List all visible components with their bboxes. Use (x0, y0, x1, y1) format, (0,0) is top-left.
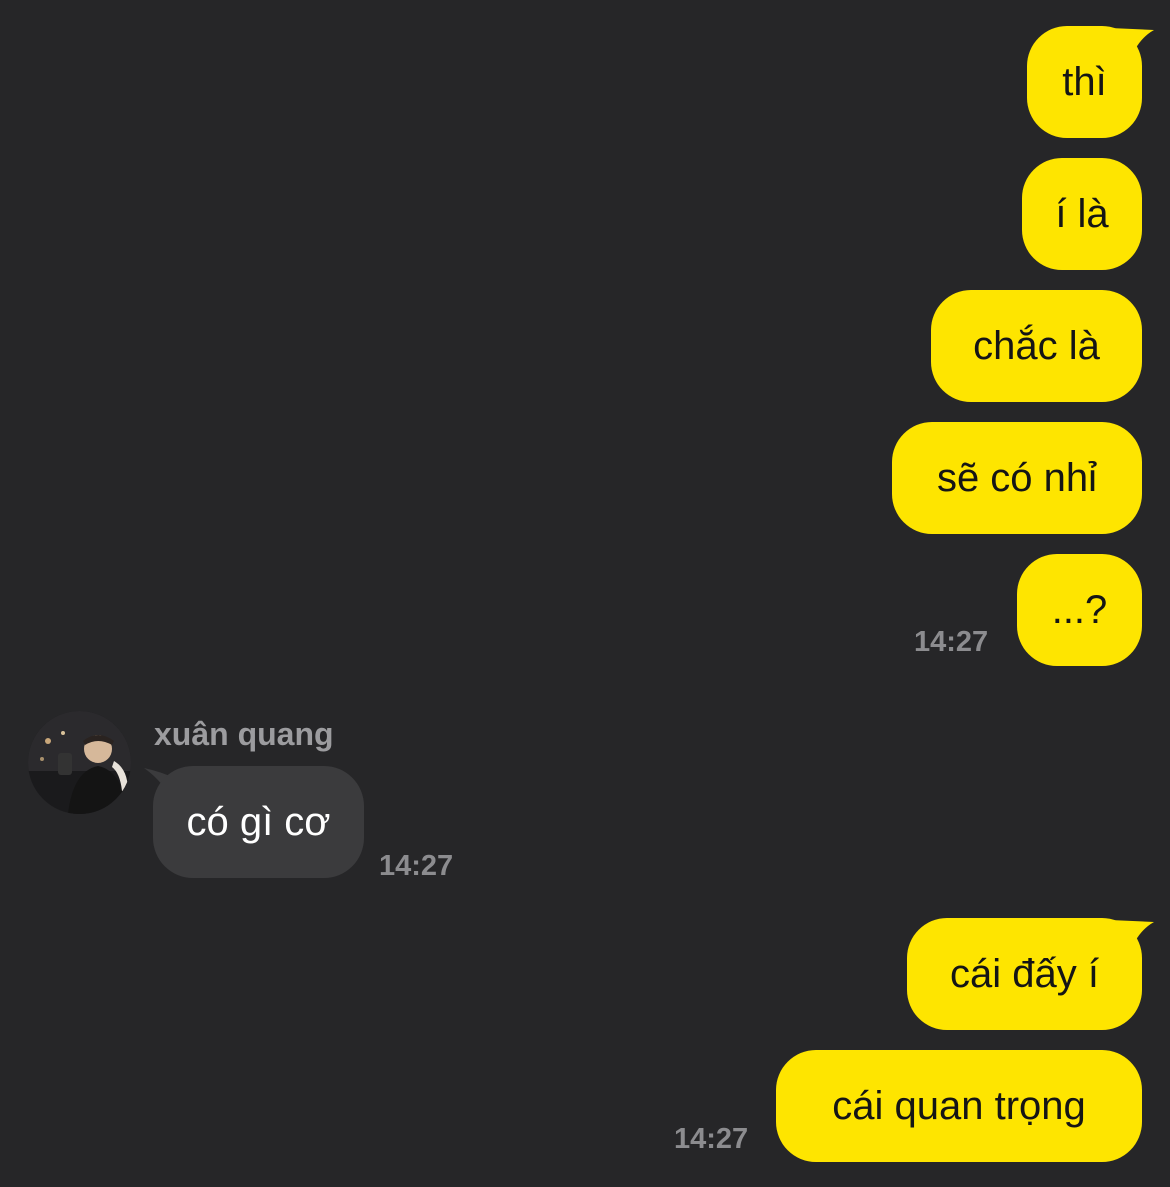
avatar-photo-icon (28, 711, 131, 814)
sender-name: xuân quang (154, 716, 334, 752)
message-text: cái đấy í (950, 952, 1099, 996)
outgoing-message[interactable]: í là (1022, 158, 1142, 270)
message-text: ...? (1051, 588, 1108, 632)
message-text: í là (1055, 192, 1109, 236)
outgoing-message[interactable]: thì (1027, 26, 1142, 138)
message-text: chắc là (973, 324, 1100, 368)
avatar[interactable] (28, 711, 131, 814)
timestamp: 14:27 (674, 1123, 749, 1155)
outgoing-message[interactable]: ...? (1017, 554, 1142, 666)
message-text: sẽ có nhỉ (936, 456, 1098, 500)
timestamp: 14:27 (914, 626, 989, 658)
message-text: cái quan trọng (832, 1084, 1086, 1128)
timestamp: 14:27 (379, 850, 454, 882)
incoming-message[interactable]: có gì cơ (153, 766, 364, 878)
message-text: có gì cơ (186, 800, 331, 844)
outgoing-message[interactable]: chắc là (931, 290, 1142, 402)
message-text: thì (1062, 60, 1107, 104)
outgoing-message[interactable]: cái đấy í (907, 918, 1142, 1030)
outgoing-message[interactable]: sẽ có nhỉ (892, 422, 1142, 534)
outgoing-message[interactable]: cái quan trọng (776, 1050, 1142, 1162)
